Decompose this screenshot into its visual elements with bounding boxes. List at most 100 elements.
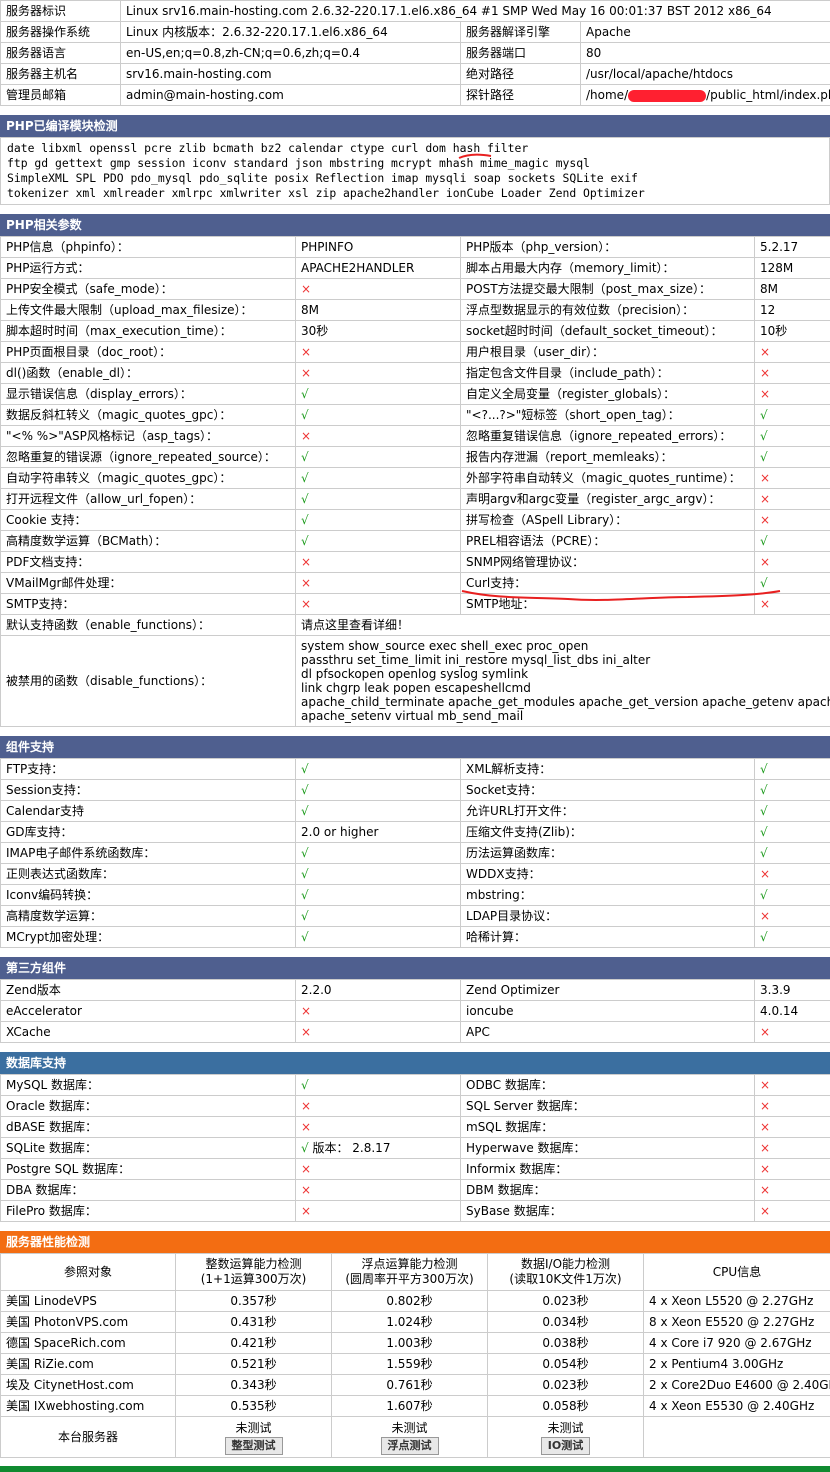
row-value: 8M (754, 278, 830, 300)
row-value: √ (295, 884, 461, 906)
row-value: √ (754, 821, 830, 843)
row-value: × (754, 1095, 830, 1117)
perf-ref: 美国 PhotonVPS.com (0, 1311, 176, 1333)
row-value: √ (295, 863, 461, 885)
perf-int: 0.343秒 (175, 1374, 332, 1396)
row-label: 拼写检查（ASpell Library）： (460, 509, 755, 531)
table-row: PDF文档支持： × SNMP网络管理协议： × (0, 551, 830, 573)
row-value: × (295, 425, 461, 447)
table-row: SQLite 数据库： √ 版本： 2.8.17 Hyperwave 数据库： × (0, 1137, 830, 1159)
cross-icon: × (301, 282, 312, 296)
row-label: Zend Optimizer (460, 979, 755, 1001)
table-row: MCrypt加密处理： √ 哈稀计算： √ (0, 926, 830, 948)
row-value: 8M (295, 299, 461, 321)
check-icon: √ (301, 888, 309, 902)
row-value: 10秒 (754, 320, 830, 342)
check-icon: √ (760, 804, 768, 818)
perf-io: 0.054秒 (487, 1353, 644, 1375)
row-label: 允许URL打开文件： (460, 800, 755, 822)
row-value: × (295, 278, 461, 300)
cross-icon: × (301, 1099, 312, 1113)
row-label: Hyperwave 数据库： (460, 1137, 755, 1159)
cross-icon: × (301, 1004, 312, 1018)
row-value: × (754, 1158, 830, 1180)
table-row: PHP安全模式（safe_mode）： × POST方法提交最大限制（post_ma… (0, 278, 830, 300)
row-value: × (754, 362, 830, 384)
row-label: "<% %>"ASP风格标记（asp_tags）： (0, 425, 296, 447)
row-label: IMAP电子邮件系统函数库： (0, 842, 296, 864)
server-row: 服务器语言 en-US,en;q=0.8,zh-CN;q=0.6,zh;q=0.… (0, 42, 830, 64)
check-icon: √ (760, 825, 768, 839)
cross-icon: × (760, 1025, 771, 1039)
disabled-line: dl pfsockopen openlog syslog symlink (301, 667, 529, 681)
check-icon: √ (760, 450, 768, 464)
row-value: × (295, 551, 461, 573)
disabled-line: link chgrp leak popen escapeshellcmd (301, 681, 531, 695)
row-label: 上传文件最大限制（upload_max_filesize）： (0, 299, 296, 321)
row-label: SyBase 数据库： (460, 1200, 755, 1222)
row-value: × (295, 1021, 461, 1043)
table-row: DBA 数据库： × DBM 数据库： × (0, 1179, 830, 1201)
check-icon: √ (760, 846, 768, 860)
row-value: √ (754, 884, 830, 906)
check-icon: √ (760, 762, 768, 776)
check-icon: √ (301, 387, 309, 401)
check-icon: √ (760, 429, 768, 443)
perf-int: 0.431秒 (175, 1311, 332, 1333)
server-info-table: 服务器标识 Linux srv16.main-hosting.com 2.6.3… (0, 0, 830, 106)
check-icon: √ (301, 1141, 309, 1155)
table-row: VMailMgr邮件处理： × Curl支持： √ (0, 572, 830, 594)
cross-icon: × (301, 1183, 312, 1197)
row-value: × (754, 341, 830, 363)
row-value-text: 5.2.17 (760, 240, 799, 254)
disabled-line: apache_setenv virtual mb_send_mail (301, 709, 524, 723)
row-label: "<?...?>"短标签（short_open_tag）： (460, 404, 755, 426)
footer-bar (0, 1466, 830, 1472)
row-label: ODBC 数据库： (460, 1074, 755, 1096)
row-value: × (754, 509, 830, 531)
table-row: FTP支持： √ XML解析支持： √ (0, 758, 830, 780)
row-label: dl()函数（enable_dl）： (0, 362, 296, 384)
float-test-button[interactable]: 浮点测试 (380, 1436, 439, 1455)
server-value: /usr/local/apache/htdocs (580, 63, 830, 85)
row-label: 用户根目录（user_dir）： (460, 341, 755, 363)
modules-list: date libxml openssl pcre zlib bcmath bz2… (0, 137, 830, 205)
row-value-text: 2.2.0 (301, 983, 332, 997)
row-value: 2.2.0 (295, 979, 461, 1001)
server-row: 管理员邮箱 admin@main-hosting.com 探针路径 /home/… (0, 84, 830, 106)
perf-cpu: 4 x Xeon E5530 @ 2.40GHz (643, 1395, 830, 1417)
row-label: FilePro 数据库： (0, 1200, 296, 1222)
row-label: eAccelerator (0, 1000, 296, 1022)
row-label: 声明argv和argc变量（register_argc_argv）： (460, 488, 755, 510)
row-label: Socket支持： (460, 779, 755, 801)
row-label: POST方法提交最大限制（post_max_size）： (460, 278, 755, 300)
int-test-button[interactable]: 整型测试 (224, 1436, 283, 1455)
header-line: (圆周率开平方300万次) (345, 1272, 474, 1286)
cross-icon: × (760, 471, 771, 485)
row-label: Session支持： (0, 779, 296, 801)
row-label: Iconv编码转换： (0, 884, 296, 906)
table-row: 显示错误信息（display_errors）： √ 自定义全局变量（register… (0, 383, 830, 405)
perf-ref: 埃及 CitynetHost.com (0, 1374, 176, 1396)
io-test-button[interactable]: IO测试 (540, 1436, 591, 1455)
row-label: ioncube (460, 1000, 755, 1022)
row-label: FTP支持： (0, 758, 296, 780)
perf-flt: 1.559秒 (331, 1353, 488, 1375)
table-row: PHP运行方式： APACHE2HANDLER 脚本占用最大内存（memory_li… (0, 257, 830, 279)
server-label: 管理员邮箱 (0, 84, 121, 106)
perf-flt: 1.003秒 (331, 1332, 488, 1354)
row-label: mbstring： (460, 884, 755, 906)
row-label: LDAP目录协议： (460, 905, 755, 927)
server-label: 服务器标识 (0, 0, 121, 22)
table-row: GD库支持： 2.0 or higher 压缩文件支持(Zlib)： √ (0, 821, 830, 843)
row-label: Oracle 数据库： (0, 1095, 296, 1117)
modules-line: date libxml openssl pcre zlib bcmath bz2… (7, 141, 529, 155)
perf-flt: 1.607秒 (331, 1395, 488, 1417)
row-value: × (754, 1137, 830, 1159)
check-icon: √ (760, 534, 768, 548)
check-icon: √ (301, 1078, 309, 1092)
enable-functions-row: 默认支持函数（enable_functions）： 请点这里查看详细！ (0, 614, 830, 636)
enable-functions-link[interactable]: 请点这里查看详细！ (295, 614, 830, 636)
